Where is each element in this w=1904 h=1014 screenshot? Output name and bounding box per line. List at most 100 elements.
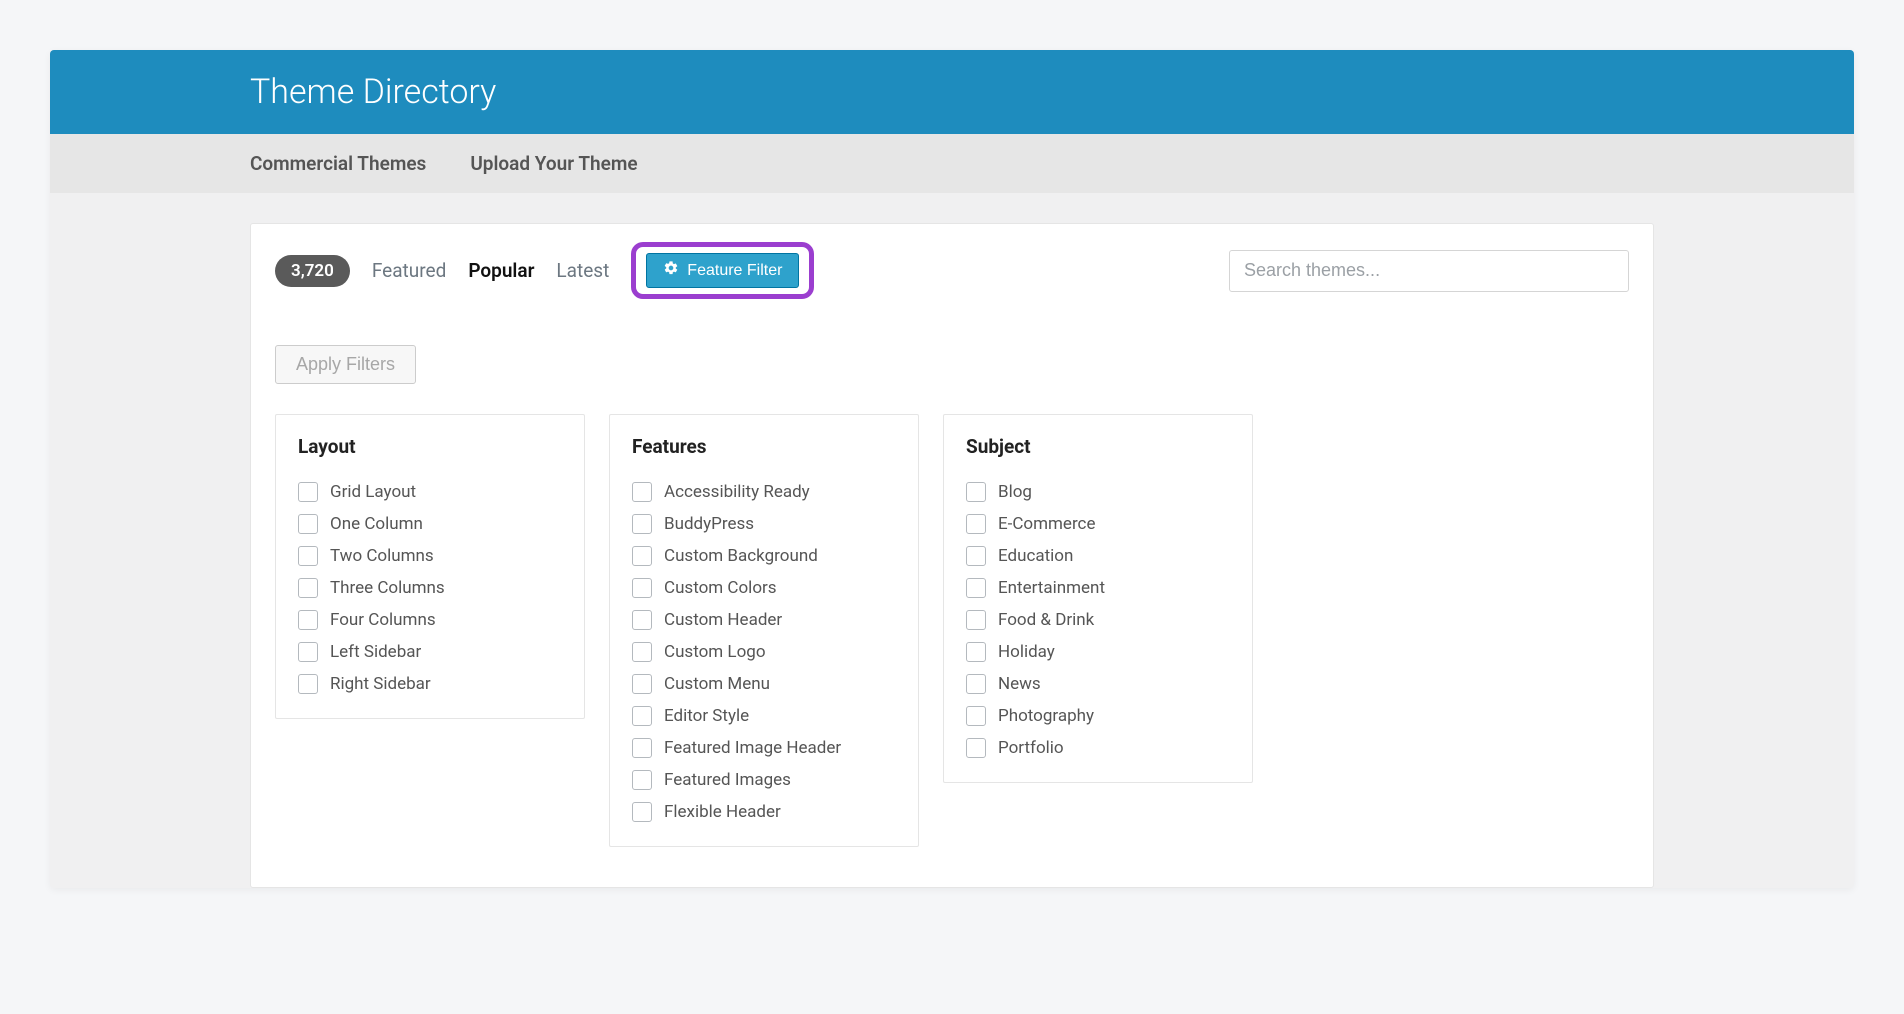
checkbox-icon — [632, 514, 652, 534]
filter-checkbox-item[interactable]: Featured Image Header — [632, 738, 896, 758]
filter-checkbox-item[interactable]: Holiday — [966, 642, 1230, 662]
checkbox-icon — [298, 578, 318, 598]
filter-column-title: Features — [632, 435, 896, 458]
checkbox-icon — [632, 770, 652, 790]
page-title: Theme Directory — [250, 72, 1654, 112]
checkbox-label: Portfolio — [998, 738, 1064, 758]
checkbox-label: Four Columns — [330, 610, 436, 630]
checkbox-icon — [632, 482, 652, 502]
checkbox-icon — [298, 674, 318, 694]
checkbox-label: One Column — [330, 514, 423, 534]
checkbox-icon — [298, 482, 318, 502]
checkbox-icon — [632, 546, 652, 566]
checkbox-icon — [298, 610, 318, 630]
filter-checkbox-item[interactable]: Editor Style — [632, 706, 896, 726]
checkbox-label: Blog — [998, 482, 1032, 502]
checkbox-icon — [632, 578, 652, 598]
filter-checkbox-item[interactable]: Custom Menu — [632, 674, 896, 694]
checkbox-label: Flexible Header — [664, 802, 781, 822]
checkbox-icon — [966, 578, 986, 598]
checkbox-label: Grid Layout — [330, 482, 416, 502]
tab-featured[interactable]: Featured — [372, 259, 446, 282]
checkbox-label: Custom Colors — [664, 578, 777, 598]
filter-checkbox-item[interactable]: Blog — [966, 482, 1230, 502]
filter-checkbox-item[interactable]: Entertainment — [966, 578, 1230, 598]
toolbar: 3,720 Featured Popular Latest Feature Fi… — [275, 242, 1629, 299]
theme-count-pill: 3,720 — [275, 255, 350, 287]
filter-checkbox-item[interactable]: Food & Drink — [966, 610, 1230, 630]
checkbox-icon — [966, 674, 986, 694]
app-shell: Theme Directory Commercial Themes Upload… — [50, 50, 1854, 888]
filter-checkbox-item[interactable]: Three Columns — [298, 578, 562, 598]
check-list-layout: Grid Layout One Column Two Columns Three… — [298, 482, 562, 694]
filter-checkbox-item[interactable]: Custom Logo — [632, 642, 896, 662]
filter-checkbox-item[interactable]: Grid Layout — [298, 482, 562, 502]
filter-checkbox-item[interactable]: Custom Colors — [632, 578, 896, 598]
checkbox-icon — [298, 514, 318, 534]
feature-filter-highlight: Feature Filter — [631, 242, 814, 299]
check-list-subject: Blog E-Commerce Education Entertainment … — [966, 482, 1230, 758]
filter-checkbox-item[interactable]: Right Sidebar — [298, 674, 562, 694]
checkbox-icon — [966, 610, 986, 630]
checkbox-label: Food & Drink — [998, 610, 1094, 630]
checkbox-icon — [966, 642, 986, 662]
gear-icon — [663, 260, 679, 281]
checkbox-label: Custom Header — [664, 610, 782, 630]
feature-filter-button[interactable]: Feature Filter — [646, 253, 799, 288]
checkbox-icon — [966, 706, 986, 726]
checkbox-icon — [966, 482, 986, 502]
filter-checkbox-item[interactable]: Portfolio — [966, 738, 1230, 758]
filter-checkbox-item[interactable]: Accessibility Ready — [632, 482, 896, 502]
checkbox-icon — [632, 610, 652, 630]
filter-checkbox-item[interactable]: Left Sidebar — [298, 642, 562, 662]
checkbox-label: Right Sidebar — [330, 674, 431, 694]
content-wrap: 3,720 Featured Popular Latest Feature Fi… — [50, 193, 1854, 888]
header-bar: Theme Directory — [50, 50, 1854, 134]
subnav-upload-theme[interactable]: Upload Your Theme — [470, 152, 637, 175]
checkbox-label: Custom Background — [664, 546, 818, 566]
tab-popular[interactable]: Popular — [468, 259, 534, 282]
filter-checkbox-item[interactable]: Custom Background — [632, 546, 896, 566]
filter-column-subject: Subject Blog E-Commerce Education Entert… — [943, 414, 1253, 783]
filter-column-title: Layout — [298, 435, 562, 458]
checkbox-label: Education — [998, 546, 1073, 566]
apply-filters-row: Apply Filters — [275, 345, 1629, 384]
tab-latest[interactable]: Latest — [556, 259, 609, 282]
filter-checkbox-item[interactable]: Featured Images — [632, 770, 896, 790]
themes-card: 3,720 Featured Popular Latest Feature Fi… — [250, 223, 1654, 888]
filter-checkbox-item[interactable]: BuddyPress — [632, 514, 896, 534]
checkbox-icon — [632, 642, 652, 662]
checkbox-icon — [966, 546, 986, 566]
checkbox-label: E-Commerce — [998, 514, 1095, 534]
checkbox-icon — [632, 802, 652, 822]
filter-checkbox-item[interactable]: E-Commerce — [966, 514, 1230, 534]
filter-column-features: Features Accessibility Ready BuddyPress … — [609, 414, 919, 847]
filter-checkbox-item[interactable]: Photography — [966, 706, 1230, 726]
checkbox-label: Custom Menu — [664, 674, 770, 694]
filter-column-title: Subject — [966, 435, 1230, 458]
subnav-commercial-themes[interactable]: Commercial Themes — [250, 152, 426, 175]
checkbox-label: Three Columns — [330, 578, 445, 598]
checkbox-icon — [966, 514, 986, 534]
checkbox-label: Featured Image Header — [664, 738, 841, 758]
feature-filter-label: Feature Filter — [687, 262, 782, 280]
filter-checkbox-item[interactable]: One Column — [298, 514, 562, 534]
filter-checkbox-item[interactable]: Custom Header — [632, 610, 896, 630]
filter-checkbox-item[interactable]: Education — [966, 546, 1230, 566]
checkbox-label: Featured Images — [664, 770, 791, 790]
apply-filters-button[interactable]: Apply Filters — [275, 345, 416, 384]
search-input[interactable] — [1229, 250, 1629, 292]
checkbox-icon — [632, 738, 652, 758]
checkbox-label: Left Sidebar — [330, 642, 421, 662]
filter-checkbox-item[interactable]: Flexible Header — [632, 802, 896, 822]
checkbox-icon — [298, 642, 318, 662]
checkbox-label: Custom Logo — [664, 642, 766, 662]
checkbox-label: Editor Style — [664, 706, 749, 726]
checkbox-label: Holiday — [998, 642, 1055, 662]
filter-checkbox-item[interactable]: Four Columns — [298, 610, 562, 630]
filter-column-layout: Layout Grid Layout One Column Two Column… — [275, 414, 585, 719]
filter-checkbox-item[interactable]: Two Columns — [298, 546, 562, 566]
checkbox-label: Photography — [998, 706, 1094, 726]
filter-checkbox-item[interactable]: News — [966, 674, 1230, 694]
checkbox-icon — [632, 706, 652, 726]
